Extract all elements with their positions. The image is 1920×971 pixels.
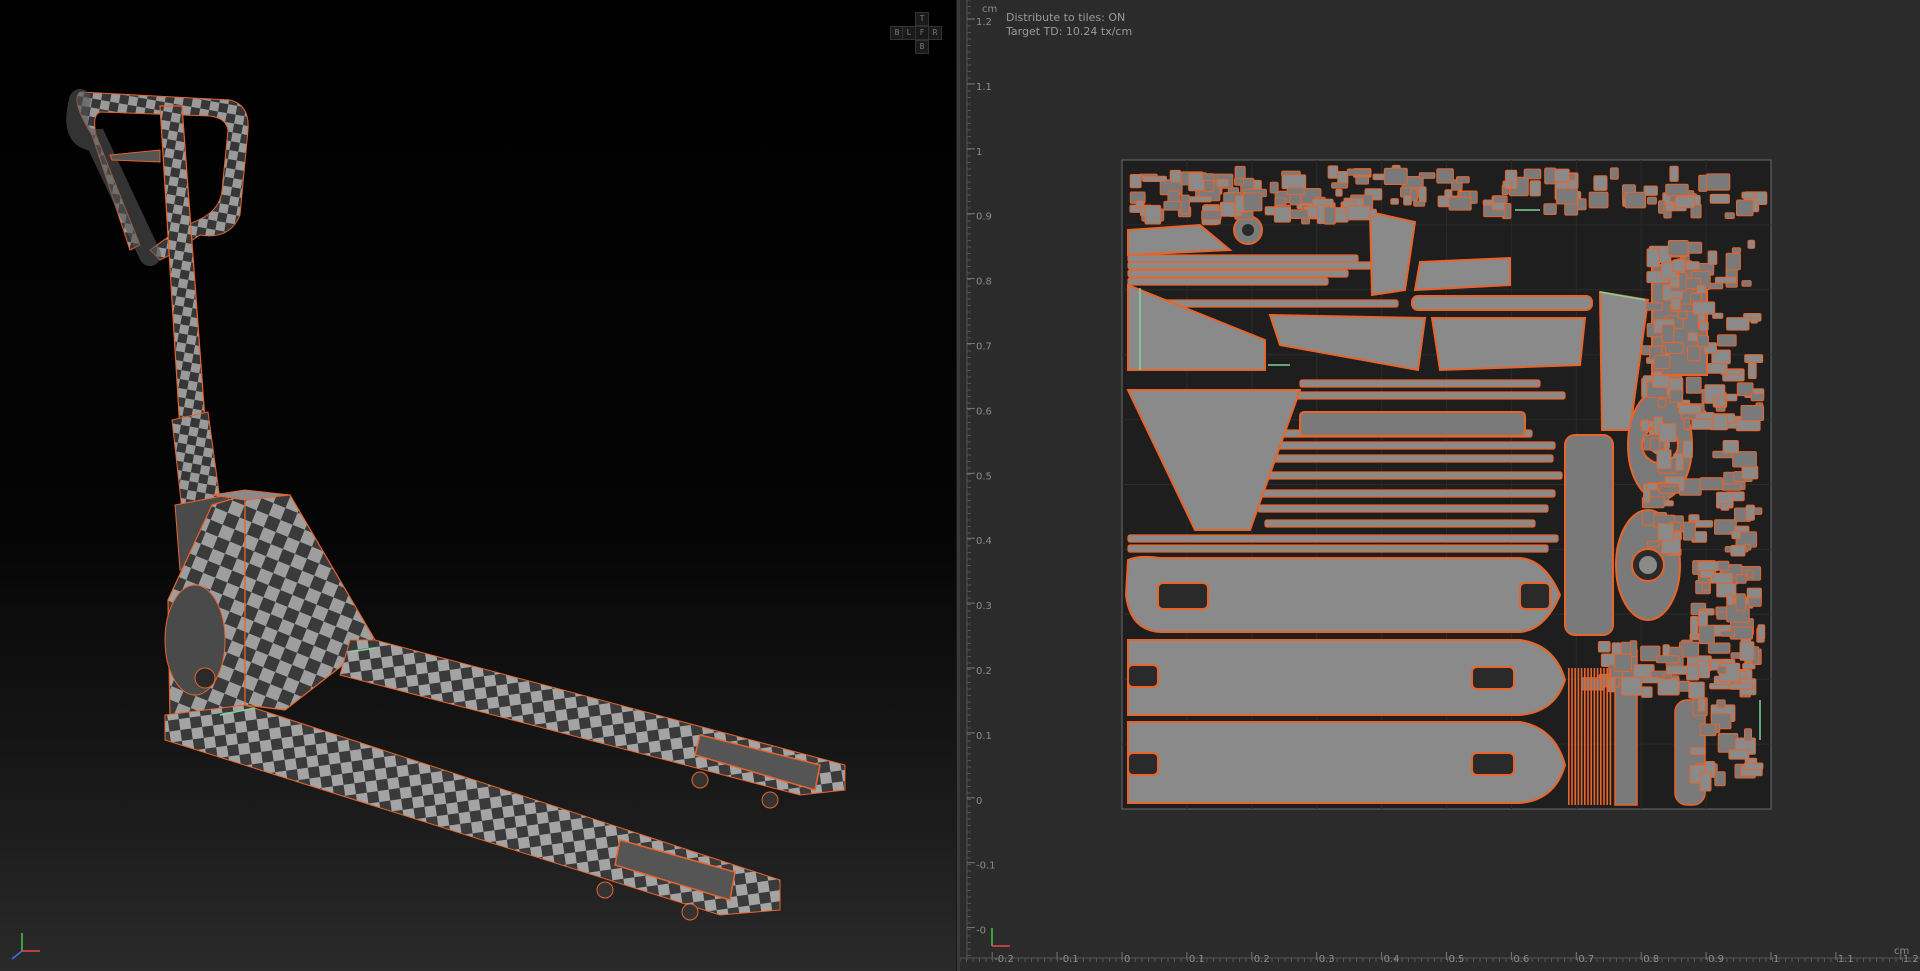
view-right-button[interactable]: R — [928, 26, 942, 40]
vertical-ruler-label: 0.8 — [976, 277, 992, 288]
horizontal-ruler-label: 0.7 — [1578, 954, 1594, 965]
pallet-jack-model[interactable] — [0, 0, 956, 971]
uv-shell-fork-3 — [1127, 721, 1567, 804]
horizontal-ruler-label: 1.1 — [1838, 954, 1854, 965]
3d-viewport[interactable] — [0, 0, 956, 971]
uv-shell-ribbed — [1299, 411, 1526, 437]
vertical-ruler-label: 1 — [976, 147, 982, 158]
vertical-ruler-label: -0.1 — [976, 861, 996, 872]
vertical-ruler-label: 0.2 — [976, 666, 992, 677]
vertical-ruler-label: 1.1 — [976, 82, 992, 93]
horizontal-ruler-label: -0.1 — [1059, 954, 1079, 965]
view-left-button[interactable]: L — [902, 26, 916, 40]
uv-tile[interactable] — [1121, 159, 1772, 810]
vertical-ruler-label: 0 — [976, 796, 982, 807]
uv-shell-tall-column — [1564, 434, 1614, 636]
horizontal-ruler-label: 0.4 — [1384, 954, 1400, 965]
target-td-status: Target TD: 10.24 tx/cm — [1006, 25, 1133, 38]
horizontal-ruler-label: 0.3 — [1319, 954, 1335, 965]
vertical-ruler-label: 0.4 — [976, 536, 992, 547]
axis-gizmo — [11, 933, 40, 960]
vertical-ruler-unit: cm — [982, 4, 997, 15]
uv-shell-plate-g — [1413, 256, 1511, 292]
horizontal-ruler-label: 0.1 — [1189, 954, 1205, 965]
horizontal-ruler-label: 1 — [1773, 954, 1779, 965]
view-front-button[interactable]: F — [915, 26, 929, 40]
vertical-ruler-label: 1.2 — [976, 17, 992, 28]
horizontal-ruler-label: 0.2 — [1254, 954, 1270, 965]
distribute-status: Distribute to tiles: ON — [1006, 11, 1126, 24]
uv-shell-fork-1 — [1124, 555, 1562, 633]
vertical-ruler: cm 1.2 1.1 1 0.9 0.8 0.7 0.6 0.5 0.4 0.3 0.2 0.1 0 -0… — [966, 0, 997, 960]
horizontal-ruler-label: 0.9 — [1708, 954, 1724, 965]
horizontal-ruler-label: -0.2 — [994, 954, 1014, 965]
vertical-ruler-label: 0.5 — [976, 471, 992, 482]
vertical-ruler-label: 0.6 — [976, 406, 992, 417]
horizontal-ruler-label: 0 — [1124, 954, 1130, 965]
vertical-ruler-label: -0 — [976, 926, 986, 937]
horizontal-ruler: cm -0.2 -0.1 0 0.1 0.2 0.3 0.4 0.5 0.6 0.7 0.8 0.9 1… — [960, 946, 1920, 965]
uv-editor-viewport[interactable]: cm 1.2 1.1 1 0.9 0.8 0.7 0.6 0.5 0.4 0.3 0.2 0.1 0 -0… — [960, 0, 1920, 971]
uv-shell-long-bar — [1411, 295, 1593, 311]
view-bottom-button[interactable]: B — [915, 40, 929, 54]
horizontal-ruler-label: 0.5 — [1449, 954, 1465, 965]
horizontal-ruler-label: 1.2 — [1903, 954, 1919, 965]
vertical-ruler-label: 0.3 — [976, 601, 992, 612]
view-top-button[interactable]: T — [915, 12, 929, 26]
uv-shell-plate-c — [1430, 317, 1587, 372]
handle-shaft — [159, 105, 206, 431]
horizontal-ruler-label: 0.8 — [1643, 954, 1659, 965]
vertical-ruler-label: 0.9 — [976, 212, 992, 223]
vertical-ruler-label: 0.7 — [976, 342, 992, 353]
uv-axis-gizmo — [991, 928, 1010, 947]
vertical-ruler-label: 0.1 — [976, 731, 992, 742]
horizontal-ruler-label: 0.6 — [1513, 954, 1529, 965]
uv-shell-fork-2 — [1127, 639, 1567, 716]
